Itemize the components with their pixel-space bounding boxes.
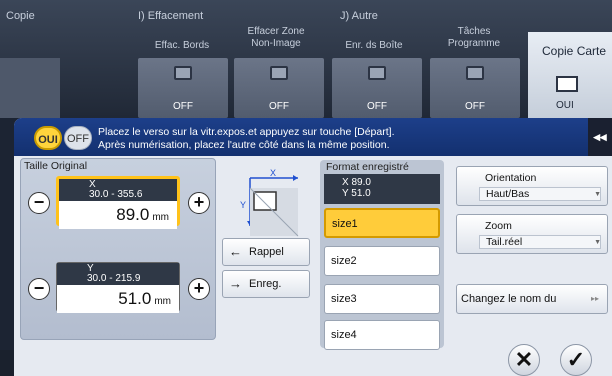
card-placement-icon: X Y (240, 168, 299, 237)
original-size-title: Taille Original (24, 160, 88, 172)
zoom-dropdown[interactable]: Zoom Tail.réel ▼ (456, 214, 608, 254)
tile-taches-programme[interactable]: OFF (430, 58, 520, 118)
y-value: 51.0 (118, 289, 152, 308)
instruction-line-1: Placez le verso sur la vitr.expos.et app… (98, 126, 395, 138)
diagram-x-label: X (270, 168, 276, 178)
non-image-erase-icon (270, 66, 288, 80)
orientation-value: Haut/Bas (479, 187, 601, 201)
orientation-dropdown[interactable]: Orientation Haut/Bas ▼ (456, 166, 608, 206)
tab-effacement[interactable]: I) Effacement (138, 10, 203, 22)
program-icon (466, 66, 484, 80)
chevron-down-icon: ▼ (594, 239, 601, 246)
x-size-field[interactable]: X X 30.0 - 355.6 89.0mm (56, 176, 180, 229)
edge-erase-icon (174, 66, 192, 80)
y-size-field[interactable]: Y Y 30.0 - 215.9 51.0mm (56, 262, 180, 313)
size4-button[interactable]: size4 (324, 320, 440, 350)
y-field-header: Y 30.0 - 215.9 (57, 263, 179, 285)
saved-format-values: X 89.0 Y 51.0 (324, 174, 440, 204)
tile-value: OFF (465, 101, 485, 112)
cancel-button[interactable]: ✕ (508, 344, 540, 376)
tile-value: OFF (269, 101, 289, 112)
x-plus-button[interactable]: + (188, 192, 210, 214)
tab-copie[interactable]: Copie (6, 10, 35, 22)
double-arrow-right-icon: ▸▸ (590, 294, 599, 303)
saved-format-x: X 89.0 (342, 177, 371, 188)
size2-button[interactable]: size2 (324, 246, 440, 276)
collapse-arrow-icon[interactable]: ◂◂ (588, 118, 612, 156)
y-minus-button[interactable]: − (28, 278, 50, 300)
y-range: 30.0 - 215.9 (87, 273, 141, 284)
tile-effacer-zone[interactable]: OFF (234, 58, 324, 118)
background-left-tile (0, 58, 60, 118)
tile-value: OFF (173, 101, 193, 112)
enreg-label: Enreg. (249, 278, 282, 290)
x-range: 30.0 - 355.6 (89, 189, 143, 200)
rename-label: Changez le nom du (461, 293, 557, 305)
tile-title-enr-boite: Enr. ds Boîte (345, 40, 403, 51)
arrow-right-icon: → (229, 276, 242, 291)
y-unit: mm (154, 296, 171, 307)
toggle-oui-button[interactable]: OUI (34, 126, 62, 150)
x-minus-button[interactable]: − (28, 192, 50, 214)
chevron-down-icon: ▼ (594, 191, 601, 198)
orientation-label: Orientation (485, 172, 537, 184)
diagram-y-label: Y (240, 200, 246, 210)
rappel-button[interactable]: ← Rappel (222, 238, 310, 266)
toggle-off-button[interactable]: OFF (64, 126, 92, 150)
size3-button[interactable]: size3 (324, 284, 440, 314)
size-diagram: X Y (240, 168, 302, 238)
saved-format-title: Format enregistré (326, 161, 409, 173)
tile-title-copie-carte: Copie Carte (542, 44, 607, 58)
tile-title-effacer-zone: Effacer Zone Non-Image (247, 26, 305, 49)
box-store-icon (368, 66, 386, 80)
instruction-line-2: Après numérisation, placez l'autre côté … (98, 139, 390, 151)
x-value-display: 89.0 mm (59, 201, 177, 229)
x-unit: mm (152, 212, 169, 223)
enreg-button[interactable]: → Enreg. (222, 270, 310, 298)
tile-copie-carte[interactable]: Copie Carte OUI (528, 32, 612, 118)
tab-autre[interactable]: J) Autre (340, 10, 378, 22)
tile-title-effac-bords: Effac. Bords (154, 40, 210, 51)
tile-enr-boite[interactable]: OFF (332, 58, 422, 118)
card-copy-icon (556, 76, 578, 92)
zoom-label: Zoom (485, 220, 512, 232)
tile-value: OFF (367, 101, 387, 112)
rename-button[interactable]: Changez le nom du ▸▸ (456, 284, 608, 314)
tile-effac-bords[interactable]: OFF (138, 58, 228, 118)
x-field-header: X 30.0 - 355.6 (59, 179, 177, 201)
zoom-value: Tail.réel (479, 235, 601, 249)
tile-title-taches: Tâches Programme (447, 26, 501, 49)
arrow-left-icon: ← (229, 244, 242, 259)
x-value: 89.0 (116, 205, 150, 224)
size1-button[interactable]: size1 (324, 208, 440, 238)
rappel-label: Rappel (249, 246, 284, 258)
ok-button[interactable]: ✓ (560, 344, 592, 376)
tile-value: OUI (556, 100, 574, 111)
saved-format-y: Y 51.0 (342, 188, 371, 199)
y-plus-button[interactable]: + (188, 278, 210, 300)
y-value-display: 51.0 mm (57, 285, 179, 313)
instruction-message: Placez le verso sur la vitr.expos.et app… (98, 126, 394, 152)
